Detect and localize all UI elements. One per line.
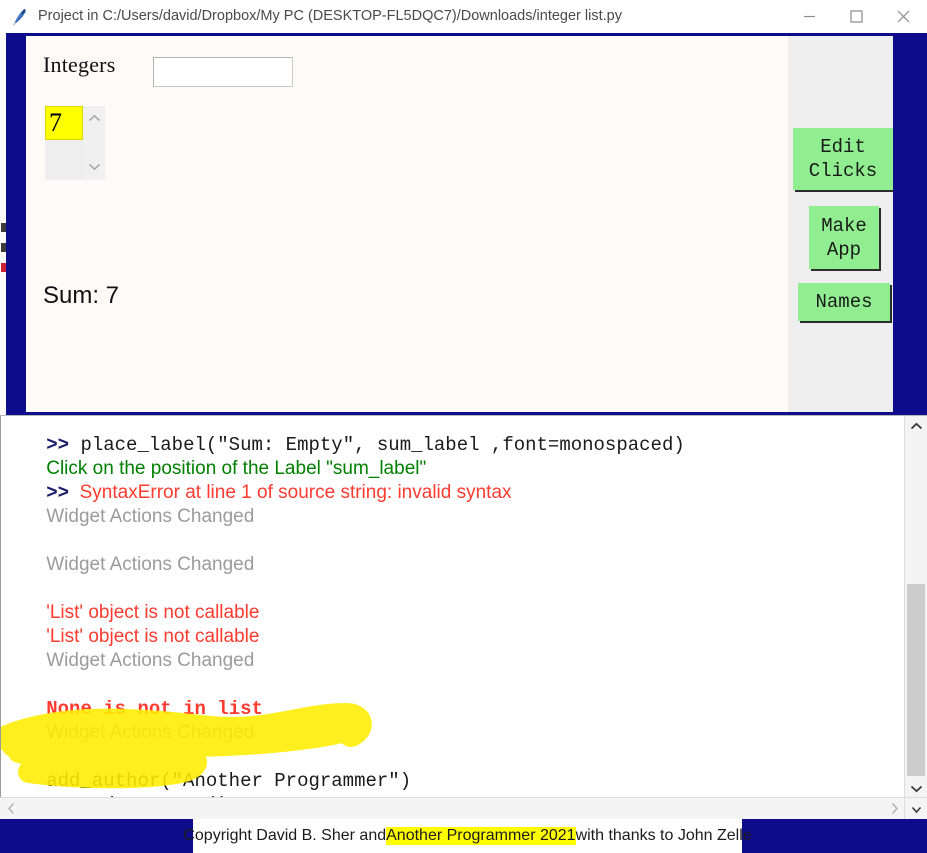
list-item[interactable]: 7 (45, 106, 83, 140)
integer-listbox[interactable]: 7 (45, 106, 105, 180)
sum-label: Sum: 7 (43, 282, 120, 309)
chevron-left-icon[interactable] (0, 798, 22, 819)
chevron-up-icon[interactable] (83, 108, 105, 128)
scrollbar-corner-chevron-down-icon[interactable] (904, 797, 927, 820)
statusbar-row: Copyright David B. Sher and Another Prog… (0, 819, 927, 853)
minimize-icon[interactable] (786, 0, 833, 33)
console-line: add_author("Another Programmer") (1, 745, 905, 792)
statusbar-highlight: Another Programmer 2021 (386, 827, 576, 845)
console-line: 'List' object is not callable (1, 601, 905, 647)
console-line: >> place_label("Sum: Empty", sum_label ,… (1, 416, 905, 456)
app-canvas: Integers 7 Sum: 7 (26, 36, 788, 412)
app-root: Project in C:/Users/david/Dropbox/My PC … (0, 0, 927, 853)
chevron-right-icon[interactable] (883, 798, 905, 819)
statusbar-prefix: Copyright David B. Sher and (183, 827, 387, 844)
listbox-items[interactable]: 7 (45, 106, 83, 180)
console-horizontal-scrollbar[interactable] (0, 797, 905, 820)
console-line: Click on the position of the Label "sum_… (1, 433, 905, 479)
chevron-down-icon[interactable] (83, 156, 105, 176)
close-icon[interactable] (880, 0, 927, 33)
button-column: Edit Clicks Make App Names (788, 36, 893, 412)
console-line: >> SyntaxError at line 1 of source strin… (1, 457, 905, 504)
python-feather-icon (10, 7, 30, 27)
make-app-button[interactable]: Make App (809, 206, 879, 269)
maximize-icon[interactable] (833, 0, 880, 33)
chevron-down-icon[interactable] (905, 778, 927, 798)
console-output[interactable]: >> place_label("Sum: Empty", sum_label ,… (0, 416, 905, 798)
console-panel: >> place_label("Sum: Empty", sum_label ,… (0, 415, 927, 820)
console-line: Widget Actions Changed (1, 625, 905, 671)
window-title: Project in C:/Users/david/Dropbox/My PC … (38, 8, 622, 24)
titlebar: Project in C:/Users/david/Dropbox/My PC … (0, 0, 927, 34)
background-window-sliver (0, 33, 6, 415)
integers-label: Integers (43, 52, 116, 77)
edit-clicks-button[interactable]: Edit Clicks (793, 128, 893, 190)
names-button[interactable]: Names (798, 283, 890, 321)
console-line: >> update_year() (1, 769, 905, 798)
console-line: Widget Actions Changed (1, 697, 905, 743)
statusbar-suffix: with thanks to John Zelle (575, 827, 752, 844)
console-line: None is not in list (1, 673, 905, 720)
statusbar: Copyright David B. Sher and Another Prog… (183, 819, 752, 853)
tk-app-window: Integers 7 Sum: 7 Edit Clicks Make App N… (26, 36, 893, 412)
listbox-scrollbar[interactable] (83, 106, 105, 180)
integer-entry-input[interactable] (153, 57, 293, 87)
console-line: Widget Actions Changed (1, 481, 905, 527)
console-line: 'List' object is not callable (1, 577, 905, 623)
console-vertical-scrollbar[interactable] (904, 416, 927, 798)
window-controls (786, 0, 927, 33)
console-line: Widget Actions Changed (1, 529, 905, 575)
chevron-up-icon[interactable] (905, 416, 927, 436)
scrollbar-thumb[interactable] (907, 584, 925, 776)
